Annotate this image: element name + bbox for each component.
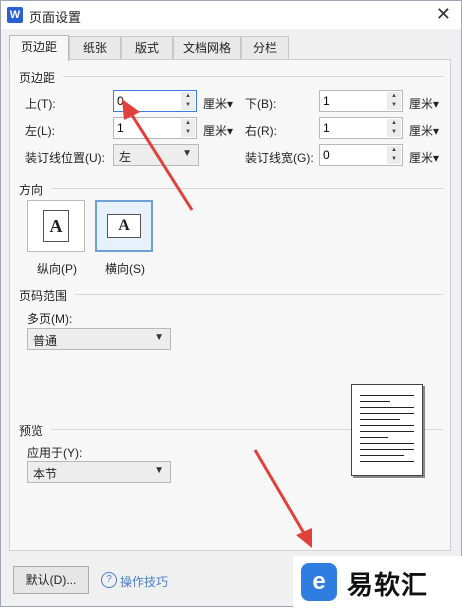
spin-up-icon[interactable]: ▲ [387, 146, 401, 155]
portrait-label: 纵向(P) [37, 262, 77, 276]
tab-columns[interactable]: 分栏 [241, 36, 289, 60]
apply-to-select[interactable]: 本节 ▼ [27, 461, 171, 483]
section-preview-label: 预览 [19, 424, 44, 438]
tab-paper[interactable]: 纸张 [69, 36, 121, 60]
operation-tips-link[interactable]: 操作技巧 [120, 573, 168, 590]
bottom-margin-spinner: ▲▼ [319, 90, 403, 112]
bottom-margin-label: 下(B): [245, 97, 277, 111]
spin-down-icon[interactable]: ▼ [387, 155, 401, 164]
gutter-width-input[interactable] [323, 147, 383, 163]
chevron-down-icon: ▼ [154, 465, 164, 476]
multi-page-value: 普通 [33, 334, 58, 348]
section-orientation-label: 方向 [19, 183, 44, 197]
right-margin-unit-dropdown[interactable]: 厘米▾ [409, 122, 439, 139]
apply-to-value: 本节 [33, 467, 58, 481]
help-icon[interactable]: ? [101, 572, 117, 588]
bottom-margin-input[interactable] [323, 93, 383, 109]
top-margin-unit-dropdown[interactable]: 厘米▾ [203, 95, 233, 112]
dialog-title: 页面设置 [29, 10, 82, 25]
top-margin-input[interactable] [117, 93, 177, 109]
wps-app-icon: W [7, 7, 23, 23]
watermark-text: 易软汇 [347, 570, 429, 600]
watermark: e 易软汇 [293, 556, 462, 608]
spin-down-icon[interactable]: ▼ [181, 101, 195, 110]
tab-margins[interactable]: 页边距 [9, 35, 69, 61]
spin-up-icon[interactable]: ▲ [181, 119, 195, 128]
landscape-label: 横向(S) [105, 262, 145, 276]
landscape-option[interactable]: A [95, 200, 153, 252]
top-margin-label: 上(T): [25, 97, 56, 111]
chevron-down-icon: ▼ [182, 148, 192, 159]
apply-to-label: 应用于(Y): [27, 446, 83, 460]
spin-up-icon[interactable]: ▲ [387, 92, 401, 101]
close-icon[interactable]: ✕ [436, 4, 451, 25]
gutter-position-select[interactable]: 左 ▼ [113, 144, 199, 166]
multi-page-label: 多页(M): [27, 312, 73, 326]
divider [63, 76, 443, 77]
default-button[interactable]: 默认(D)... [13, 566, 89, 594]
bottom-margin-unit-dropdown[interactable]: 厘米▾ [409, 95, 439, 112]
left-margin-spinner: ▲▼ [113, 117, 197, 139]
page-setup-dialog: W 页面设置 ✕ 页边距 纸张 版式 文档网格 分栏 页边距 上(T): ▲▼ … [0, 0, 462, 608]
gutter-width-unit-dropdown[interactable]: 厘米▾ [409, 149, 439, 166]
right-margin-input[interactable] [323, 120, 383, 136]
gutter-width-label: 装订线宽(G): [245, 151, 314, 165]
left-margin-label: 左(L): [25, 124, 56, 138]
preview-page-thumbnail [351, 384, 423, 476]
section-page-range-label: 页码范围 [19, 289, 68, 303]
left-margin-input[interactable] [117, 120, 177, 136]
divider [75, 294, 443, 295]
landscape-page-icon: A [107, 214, 141, 238]
spin-down-icon[interactable]: ▼ [387, 101, 401, 110]
title-bar: W 页面设置 ✕ [1, 1, 461, 29]
gutter-position-label: 装订线位置(U): [25, 151, 105, 165]
spin-up-icon[interactable]: ▲ [181, 92, 195, 101]
top-margin-spinner: ▲▼ [113, 90, 197, 112]
gutter-width-spinner: ▲▼ [319, 144, 403, 166]
right-margin-label: 右(R): [245, 124, 277, 138]
spin-down-icon[interactable]: ▼ [181, 128, 195, 137]
watermark-logo-icon: e [301, 563, 337, 601]
right-margin-spinner: ▲▼ [319, 117, 403, 139]
spin-down-icon[interactable]: ▼ [387, 128, 401, 137]
section-margins-label: 页边距 [19, 71, 56, 85]
portrait-option[interactable]: A [27, 200, 85, 252]
chevron-down-icon: ▼ [154, 332, 164, 343]
multi-page-select[interactable]: 普通 ▼ [27, 328, 171, 350]
divider [51, 188, 443, 189]
tab-layout[interactable]: 版式 [121, 36, 173, 60]
portrait-page-icon: A [43, 210, 69, 242]
tab-document-grid[interactable]: 文档网格 [173, 36, 241, 60]
gutter-position-value: 左 [119, 150, 132, 164]
spin-up-icon[interactable]: ▲ [387, 119, 401, 128]
left-margin-unit-dropdown[interactable]: 厘米▾ [203, 122, 233, 139]
